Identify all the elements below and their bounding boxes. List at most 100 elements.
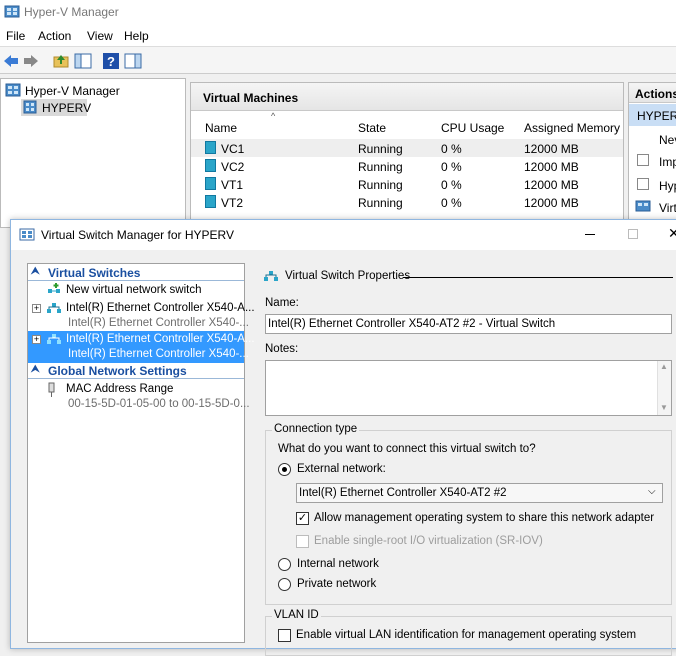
- actions-pane-title: Actions: [635, 87, 676, 101]
- vm-icon: [205, 141, 216, 154]
- tree-root-label[interactable]: Hyper-V Manager: [25, 84, 120, 98]
- new-virtual-switch-item[interactable]: New virtual network switch: [28, 282, 244, 299]
- action-virtual-switch-manager[interactable]: Virt: [659, 201, 676, 215]
- external-network-radio[interactable]: [278, 463, 291, 476]
- help-icon[interactable]: ?: [102, 52, 120, 70]
- connection-type-group: Connection type What do you want to conn…: [265, 423, 672, 605]
- network-switch-icon: [264, 271, 278, 281]
- up-folder-icon[interactable]: [52, 52, 70, 70]
- action-new[interactable]: Nev: [659, 133, 676, 147]
- switch2-name: Intel(R) Ethernet Controller X540-A...: [66, 333, 255, 345]
- virtual-switches-header[interactable]: ⮝ Virtual Switches: [28, 265, 244, 281]
- switch-name-input[interactable]: Intel(R) Ethernet Controller X540-AT2 #2…: [265, 314, 672, 334]
- notes-textarea[interactable]: ▲ ▼: [265, 360, 672, 416]
- hyperv-manager-icon: [5, 83, 21, 97]
- console-tree: Hyper-V Manager HYPERV: [0, 78, 186, 228]
- vm-cpu: 0 %: [441, 142, 462, 156]
- name-label: Name:: [265, 297, 299, 309]
- actions-server-label: HYPERV: [637, 109, 676, 123]
- back-arrow-icon[interactable]: [2, 52, 20, 70]
- vm-row[interactable]: VT2 Running 0 % 12000 MB: [191, 193, 623, 211]
- menu-view[interactable]: View: [87, 29, 113, 43]
- internal-network-label: Internal network: [297, 558, 379, 570]
- vm-memory: 12000 MB: [524, 178, 579, 192]
- vm-row[interactable]: VC1 Running 0 % 12000 MB: [191, 139, 623, 157]
- hyperv-titlebar: Hyper-V Manager: [0, 0, 676, 24]
- mac-address-range-item[interactable]: MAC Address Range 00-15-5D-01-05-00 to 0…: [28, 381, 250, 413]
- vm-state: Running: [358, 178, 403, 192]
- virtual-switch-item[interactable]: + Intel(R) Ethernet Controller X540-A...…: [28, 300, 255, 332]
- vlan-enable-checkbox[interactable]: [278, 629, 291, 642]
- actions-server-header[interactable]: HYPERV: [629, 104, 676, 126]
- menu-file[interactable]: File: [6, 29, 25, 43]
- vlan-id-group: VLAN ID Enable virtual LAN identificatio…: [265, 609, 672, 656]
- tree-server-item[interactable]: HYPERV: [21, 99, 91, 116]
- virtual-switch-item-selected[interactable]: + Intel(R) Ethernet Controller X540-A...…: [28, 331, 255, 363]
- sriov-label: Enable single-root I/O virtualization (S…: [314, 535, 543, 547]
- vm-icon: [205, 159, 216, 172]
- switch-name-value: Intel(R) Ethernet Controller X540-AT2 #2…: [268, 318, 556, 330]
- vm-icon: [205, 195, 216, 208]
- col-state[interactable]: State: [358, 121, 386, 135]
- menu-action[interactable]: Action: [38, 29, 71, 43]
- maximize-icon[interactable]: [628, 229, 638, 239]
- col-assigned-memory[interactable]: Assigned Memory: [524, 121, 620, 135]
- new-switch-label: New virtual network switch: [66, 284, 202, 296]
- internal-network-radio[interactable]: [278, 558, 291, 571]
- show-hide-console-tree-icon[interactable]: [74, 52, 92, 70]
- allow-management-checkbox[interactable]: ✓: [296, 512, 309, 525]
- switch1-adapter: Intel(R) Ethernet Controller X540-...: [68, 317, 249, 329]
- sriov-checkbox[interactable]: [296, 535, 309, 548]
- vlan-id-title: VLAN ID: [272, 609, 321, 621]
- virtual-switch-manager-icon: [19, 228, 35, 241]
- virtual-switch-properties: Virtual Switch Properties Name: Intel(R)…: [251, 263, 676, 656]
- virtual-machines-pane: Virtual Machines ^ Name State CPU Usage …: [190, 82, 624, 228]
- menu-bar: File Action View Help: [0, 24, 676, 46]
- new-switch-icon: [48, 283, 60, 293]
- virtual-switch-manager-dialog: Virtual Switch Manager for HYPERV ✕ ⮝ Vi…: [10, 219, 676, 656]
- connection-question: What do you want to connect this virtual…: [278, 443, 536, 455]
- col-cpu-usage[interactable]: CPU Usage: [441, 121, 504, 135]
- title-divider: [403, 277, 673, 278]
- scroll-up-icon[interactable]: ▲: [660, 362, 668, 371]
- vsm-titlebar: Virtual Switch Manager for HYPERV ✕: [11, 220, 676, 250]
- settings-page-icon: [637, 178, 649, 190]
- vm-state: Running: [358, 160, 403, 174]
- vm-row[interactable]: VC2 Running 0 % 12000 MB: [191, 157, 623, 175]
- col-name[interactable]: Name: [205, 121, 237, 135]
- vm-memory: 12000 MB: [524, 142, 579, 156]
- actions-pane-header: Actions: [629, 83, 676, 103]
- vm-memory: 12000 MB: [524, 160, 579, 174]
- vm-memory: 12000 MB: [524, 196, 579, 210]
- chevron-down-icon: ⌵: [648, 486, 656, 497]
- private-network-radio[interactable]: [278, 578, 291, 591]
- external-adapter-value: Intel(R) Ethernet Controller X540-AT2 #2: [299, 487, 507, 499]
- vm-icon: [205, 177, 216, 190]
- vm-name: VC1: [221, 142, 245, 156]
- vm-state: Running: [358, 142, 403, 156]
- vm-pane-title: Virtual Machines: [203, 91, 299, 105]
- scroll-down-icon[interactable]: ▼: [660, 403, 668, 412]
- minimize-icon[interactable]: [585, 234, 595, 235]
- import-icon: [637, 154, 649, 166]
- vlan-enable-label: Enable virtual LAN identification for ma…: [296, 629, 637, 641]
- vm-state: Running: [358, 196, 403, 210]
- close-icon[interactable]: ✕: [668, 225, 676, 242]
- action-hyperv-settings[interactable]: Hyp: [659, 179, 676, 193]
- expand-icon[interactable]: +: [32, 335, 41, 344]
- action-import[interactable]: Imp: [659, 155, 676, 169]
- external-network-label: External network:: [297, 463, 386, 475]
- menu-help[interactable]: Help: [124, 29, 149, 43]
- global-network-settings-header[interactable]: ⮝ Global Network Settings: [28, 363, 244, 379]
- expand-icon[interactable]: +: [32, 304, 41, 313]
- network-switch-icon: [47, 334, 61, 344]
- properties-title: Virtual Switch Properties: [285, 270, 411, 282]
- server-icon: [23, 100, 37, 114]
- external-adapter-dropdown[interactable]: Intel(R) Ethernet Controller X540-AT2 #2…: [296, 483, 663, 503]
- virtual-switches-header-label: Virtual Switches: [48, 266, 141, 280]
- vm-cpu: 0 %: [441, 178, 462, 192]
- vm-row[interactable]: VT1 Running 0 % 12000 MB: [191, 175, 623, 193]
- forward-arrow-icon[interactable]: [22, 52, 40, 70]
- vm-name: VC2: [221, 160, 245, 174]
- show-hide-action-pane-icon[interactable]: [124, 52, 142, 70]
